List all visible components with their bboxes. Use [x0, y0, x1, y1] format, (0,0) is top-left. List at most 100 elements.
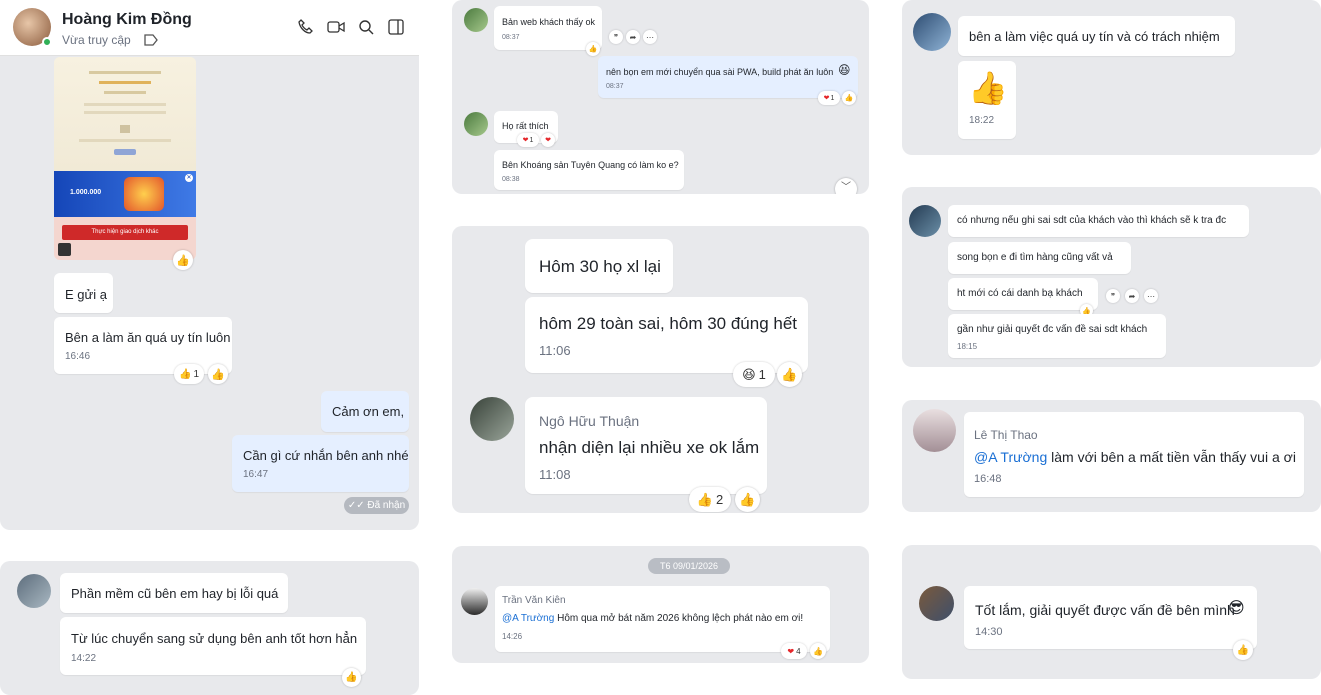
- chat-panel-2: Phần mềm cũ bên em hay bị lỗi quá Từ lúc…: [0, 561, 419, 695]
- message-bubble: Từ lúc chuyển sang sử dụng bên anh tốt h…: [60, 617, 366, 675]
- sender-name[interactable]: Trần Văn Kiên: [502, 595, 566, 606]
- message-time: 08:38: [502, 176, 520, 183]
- message-bubble: ht mới có cái danh bạ khách: [948, 278, 1098, 310]
- reaction-badge[interactable]: ❤ 1: [517, 133, 539, 147]
- sender-name[interactable]: Lê Thị Thao: [974, 428, 1038, 442]
- contact-name[interactable]: Hoàng Kim Đồng: [62, 11, 192, 29]
- message-text: Tốt lắm, giải quyết được vấn đề bên mình: [975, 602, 1235, 618]
- like-icon[interactable]: 👍: [777, 362, 802, 387]
- reaction-badge[interactable]: ❤ 4: [781, 643, 807, 659]
- message-text: Họ rất thích: [502, 121, 549, 131]
- sender-avatar[interactable]: [464, 112, 488, 136]
- more-icon[interactable]: ⋯: [1144, 289, 1158, 303]
- image-message[interactable]: 1.000.000 ✕ Thực hiện giao dịch khác: [54, 57, 196, 260]
- like-icon[interactable]: 👍: [173, 250, 193, 270]
- forward-icon[interactable]: ➦: [1125, 289, 1139, 303]
- message-bubble: Bản web khách thấy ok 08:37: [494, 6, 602, 50]
- scroll-down-icon[interactable]: ﹀: [835, 178, 857, 194]
- sticker-message[interactable]: 👍 18:22: [958, 61, 1016, 139]
- like-icon[interactable]: 👍: [1233, 640, 1253, 660]
- message-text: nhận diện lại nhiều xe ok lắm: [539, 438, 760, 457]
- reaction-badge[interactable]: 😆 1: [733, 362, 775, 387]
- online-dot: [42, 37, 52, 47]
- mention-link[interactable]: @A Trường: [974, 449, 1047, 465]
- message-text: hôm 29 toàn sai, hôm 30 đúng hết: [539, 314, 798, 333]
- message-text: @A Trường Hôm qua mở bát năm 2026 không …: [502, 613, 804, 624]
- sender-avatar[interactable]: [913, 13, 951, 51]
- message-bubble: Bên Khoáng sản Tuyên Quang có làm ko e? …: [494, 150, 684, 190]
- sender-avatar[interactable]: [464, 8, 488, 32]
- like-icon[interactable]: 👍: [342, 668, 361, 687]
- message-time: 16:47: [243, 469, 269, 480]
- sender-avatar[interactable]: [909, 205, 941, 237]
- message-text: E gửi ạ: [65, 287, 107, 302]
- message-time: 18:22: [969, 115, 995, 126]
- message-bubble: Phần mềm cũ bên em hay bị lỗi quá: [60, 573, 288, 613]
- chat-panel-5: T6 09/01/2026 Trần Văn Kiên @A Trường Hô…: [452, 546, 869, 663]
- message-text: có nhưng nếu ghi sai sdt của khách vào t…: [957, 215, 1227, 226]
- sender-avatar[interactable]: [461, 588, 488, 615]
- sender-avatar[interactable]: [17, 574, 51, 608]
- mention-link[interactable]: @A Trường: [502, 613, 554, 624]
- message-time: 14:30: [975, 626, 1003, 638]
- status-badge: ✓✓ Đã nhận: [344, 497, 409, 514]
- message-text: Cảm ơn em,: [332, 404, 405, 419]
- message-bubble: Bên a làm ăn quá uy tín luôn 16:46: [54, 317, 232, 374]
- promo-amount: 1.000.000: [70, 189, 102, 196]
- reaction-badge[interactable]: ❤ 1: [818, 91, 840, 105]
- sender-name[interactable]: Ngô Hữu Thuận: [539, 413, 639, 429]
- own-message-bubble: Cảm ơn em,: [321, 391, 409, 432]
- message-text: gần như giải quyết đc vấn đề sai sdt khá…: [957, 324, 1148, 335]
- message-bubble: Lê Thị Thao @A Trường làm với bên a mất …: [964, 412, 1304, 497]
- message-text: Bản web khách thấy ok: [502, 17, 596, 27]
- sender-avatar[interactable]: [470, 397, 514, 441]
- reaction-badge[interactable]: 👍 2: [689, 487, 731, 512]
- message-text: bên a làm việc quá uy tín và có trách nh…: [969, 29, 1220, 44]
- like-icon[interactable]: 👍: [810, 643, 826, 659]
- chat-panel-8: Lê Thị Thao @A Trường làm với bên a mất …: [902, 400, 1321, 512]
- own-message-bubble: Cần gì cứ nhắn bên anh nhé 16:47: [232, 435, 409, 492]
- message-time: 18:15: [957, 342, 978, 351]
- message-bubble: Ngô Hữu Thuận nhận diện lại nhiều xe ok …: [525, 397, 767, 494]
- contact-status: Vừa truy cập: [62, 33, 131, 47]
- tag-icon[interactable]: [144, 34, 158, 46]
- chat-panel-1: Hoàng Kim Đồng Vừa truy cập 1.000.000 ✕ …: [0, 0, 419, 530]
- message-time: 11:06: [539, 343, 571, 358]
- video-call-icon[interactable]: [327, 20, 345, 34]
- reaction-badge[interactable]: 👍 1: [174, 364, 204, 384]
- sunglasses-emoji-icon: 😎: [1228, 600, 1245, 617]
- promo-banner: 1.000.000 ✕: [54, 171, 196, 217]
- emoji-icon: 😆: [838, 63, 851, 77]
- like-icon[interactable]: 👍: [735, 487, 760, 512]
- close-icon[interactable]: ✕: [185, 174, 193, 182]
- chat-panel-7: có nhưng nếu ghi sai sdt của khách vào t…: [902, 187, 1321, 367]
- heart-icon[interactable]: ❤: [541, 133, 555, 147]
- message-bubble: gần như giải quyết đc vấn đề sai sdt khá…: [948, 314, 1166, 358]
- message-bubble: Hôm 30 họ xl lại: [525, 239, 673, 293]
- photo-off-icon: [58, 243, 71, 256]
- message-bubble: E gửi ạ: [54, 273, 113, 313]
- receipt-area: [54, 57, 196, 171]
- more-icon[interactable]: ⋯: [643, 30, 657, 44]
- message-bubble: bên a làm việc quá uy tín và có trách nh…: [958, 16, 1235, 56]
- like-icon[interactable]: 👍: [586, 42, 600, 56]
- sidebar-toggle-icon[interactable]: [388, 19, 404, 35]
- forward-icon[interactable]: ➦: [626, 30, 640, 44]
- chat-header: Hoàng Kim Đồng Vừa truy cập: [0, 0, 419, 56]
- own-message-bubble: nên bọn em mới chuyển qua sài PWA, build…: [598, 56, 858, 98]
- quote-icon[interactable]: ❞: [609, 30, 623, 44]
- like-icon[interactable]: 👍: [842, 91, 856, 105]
- quote-icon[interactable]: ❞: [1106, 289, 1120, 303]
- phone-icon[interactable]: [298, 19, 314, 35]
- message-time: 11:08: [539, 467, 571, 482]
- message-text: ht mới có cái danh bạ khách: [957, 288, 1083, 299]
- like-icon[interactable]: 👍: [208, 364, 228, 384]
- chat-panel-4: Hôm 30 họ xl lại hôm 29 toàn sai, hôm 30…: [452, 226, 869, 513]
- search-icon[interactable]: [358, 19, 374, 35]
- message-text: nên bọn em mới chuyển qua sài PWA, build…: [606, 67, 834, 77]
- sender-avatar[interactable]: [919, 586, 954, 621]
- message-bubble: có nhưng nếu ghi sai sdt của khách vào t…: [948, 205, 1249, 237]
- message-time: 08:37: [502, 34, 520, 41]
- sender-avatar[interactable]: [913, 409, 956, 452]
- message-time: 16:48: [974, 473, 1002, 485]
